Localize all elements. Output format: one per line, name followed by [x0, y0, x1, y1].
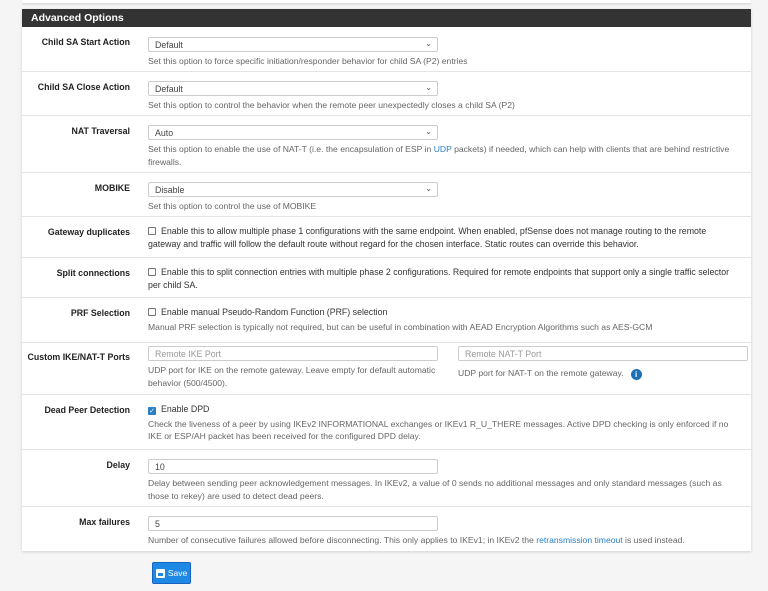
- help-text: UDP port for NAT-T on the remote gateway…: [458, 368, 624, 378]
- help-text: Delay between sending peer acknowledgeme…: [148, 478, 722, 501]
- label: Delay: [106, 460, 130, 470]
- chevron-down-icon: ⌄: [425, 83, 432, 92]
- select-value: Default: [155, 84, 183, 94]
- info-icon[interactable]: i: [630, 369, 642, 380]
- chevron-down-icon: ⌄: [425, 184, 432, 193]
- select-value: Disable: [155, 185, 185, 195]
- row-dead-peer-detection: Dead Peer Detection ✓ Enable DPD Check th…: [22, 395, 751, 450]
- checkbox-label: Enable DPD: [161, 404, 210, 414]
- label: Gateway duplicates: [47, 227, 130, 237]
- gateway-duplicates-checkbox[interactable]: [148, 227, 156, 235]
- prf-checkbox[interactable]: [148, 308, 156, 316]
- label: Child SA Close Action: [37, 82, 130, 92]
- help-text: Check the liveness of a peer by using IK…: [148, 418, 729, 442]
- mobike-select[interactable]: Disable ⌄: [148, 182, 438, 197]
- udp-link[interactable]: UDP: [434, 144, 452, 154]
- row-delay: Delay 10 Delay between sending peer ackn…: [22, 450, 751, 507]
- child-sa-close-select[interactable]: Default ⌄: [148, 81, 438, 96]
- nat-traversal-select[interactable]: Auto ⌄: [148, 125, 438, 140]
- label: MOBIKE: [94, 183, 130, 193]
- remote-ike-port-input[interactable]: Remote IKE Port: [148, 346, 438, 361]
- remote-natt-port-input[interactable]: Remote NAT-T Port: [458, 346, 748, 361]
- label: PRF Selection: [70, 308, 130, 318]
- help-text: Set this option to control the use of MO…: [148, 201, 317, 211]
- label: Custom IKE/NAT-T Ports: [27, 352, 130, 362]
- row-prf-selection: PRF Selection Enable manual Pseudo-Rando…: [22, 298, 751, 343]
- chevron-down-icon: ⌄: [425, 39, 432, 48]
- dpd-checkbox[interactable]: ✓: [148, 407, 156, 415]
- row-custom-ports: Custom IKE/NAT-T Ports Remote IKE Port U…: [22, 343, 751, 395]
- max-failures-input[interactable]: 5: [148, 516, 438, 531]
- help-text: Number of consecutive failures allowed b…: [148, 534, 741, 547]
- child-sa-start-select[interactable]: Default ⌄: [148, 37, 438, 52]
- row-mobike: MOBIKE Disable ⌄ Set this option to contr…: [22, 173, 751, 217]
- label: NAT Traversal: [71, 126, 130, 136]
- help-pre: Set this option to enable the use of NAT…: [148, 144, 434, 154]
- help-pre: Number of consecutive failures allowed b…: [148, 535, 537, 545]
- save-button[interactable]: Save: [152, 562, 191, 584]
- label: Child SA Start Action: [41, 37, 130, 47]
- checkbox-label: Enable this to allow multiple phase 1 co…: [148, 226, 707, 249]
- help-text: Set this option to control the behavior …: [148, 100, 515, 110]
- checkbox-label: Enable this to split connection entries …: [148, 267, 730, 290]
- save-icon: [155, 568, 165, 578]
- row-child-sa-start: Child SA Start Action Default ⌄ Set this …: [22, 27, 751, 72]
- split-connections-checkbox[interactable]: [148, 268, 156, 276]
- help-text: Set this option to force specific initia…: [148, 56, 468, 66]
- chevron-down-icon: ⌄: [425, 127, 432, 136]
- row-max-failures: Max failures 5 Number of consecutive fai…: [22, 507, 751, 551]
- checkbox-label: Enable manual Pseudo-Random Function (PR…: [161, 307, 388, 317]
- advanced-options-panel: Advanced Options Child SA Start Action D…: [22, 9, 751, 551]
- label: Split connections: [56, 268, 130, 278]
- save-label: Save: [167, 568, 188, 578]
- row-split-connections: Split connections Enable this to split c…: [22, 258, 751, 298]
- row-child-sa-close: Child SA Close Action Default ⌄ Set this …: [22, 72, 751, 116]
- help-text: Set this option to enable the use of NAT…: [148, 143, 741, 168]
- help-text: UDP port for IKE on the remote gateway. …: [148, 365, 436, 388]
- help-text: Manual PRF selection is typically not re…: [148, 321, 653, 332]
- previous-panel: [22, 0, 751, 4]
- help-post: is used instead.: [622, 535, 685, 545]
- select-value: Default: [155, 40, 183, 50]
- delay-input[interactable]: 10: [148, 459, 438, 474]
- select-value: Auto: [155, 128, 174, 138]
- label: Dead Peer Detection: [44, 405, 130, 415]
- row-gateway-duplicates: Gateway duplicates Enable this to allow …: [22, 217, 751, 258]
- retransmission-timeout-link[interactable]: retransmission timeout: [536, 535, 622, 545]
- panel-title: Advanced Options: [22, 9, 751, 27]
- label: Max failures: [79, 517, 130, 527]
- row-nat-traversal: NAT Traversal Auto ⌄ Set this option to e…: [22, 116, 751, 173]
